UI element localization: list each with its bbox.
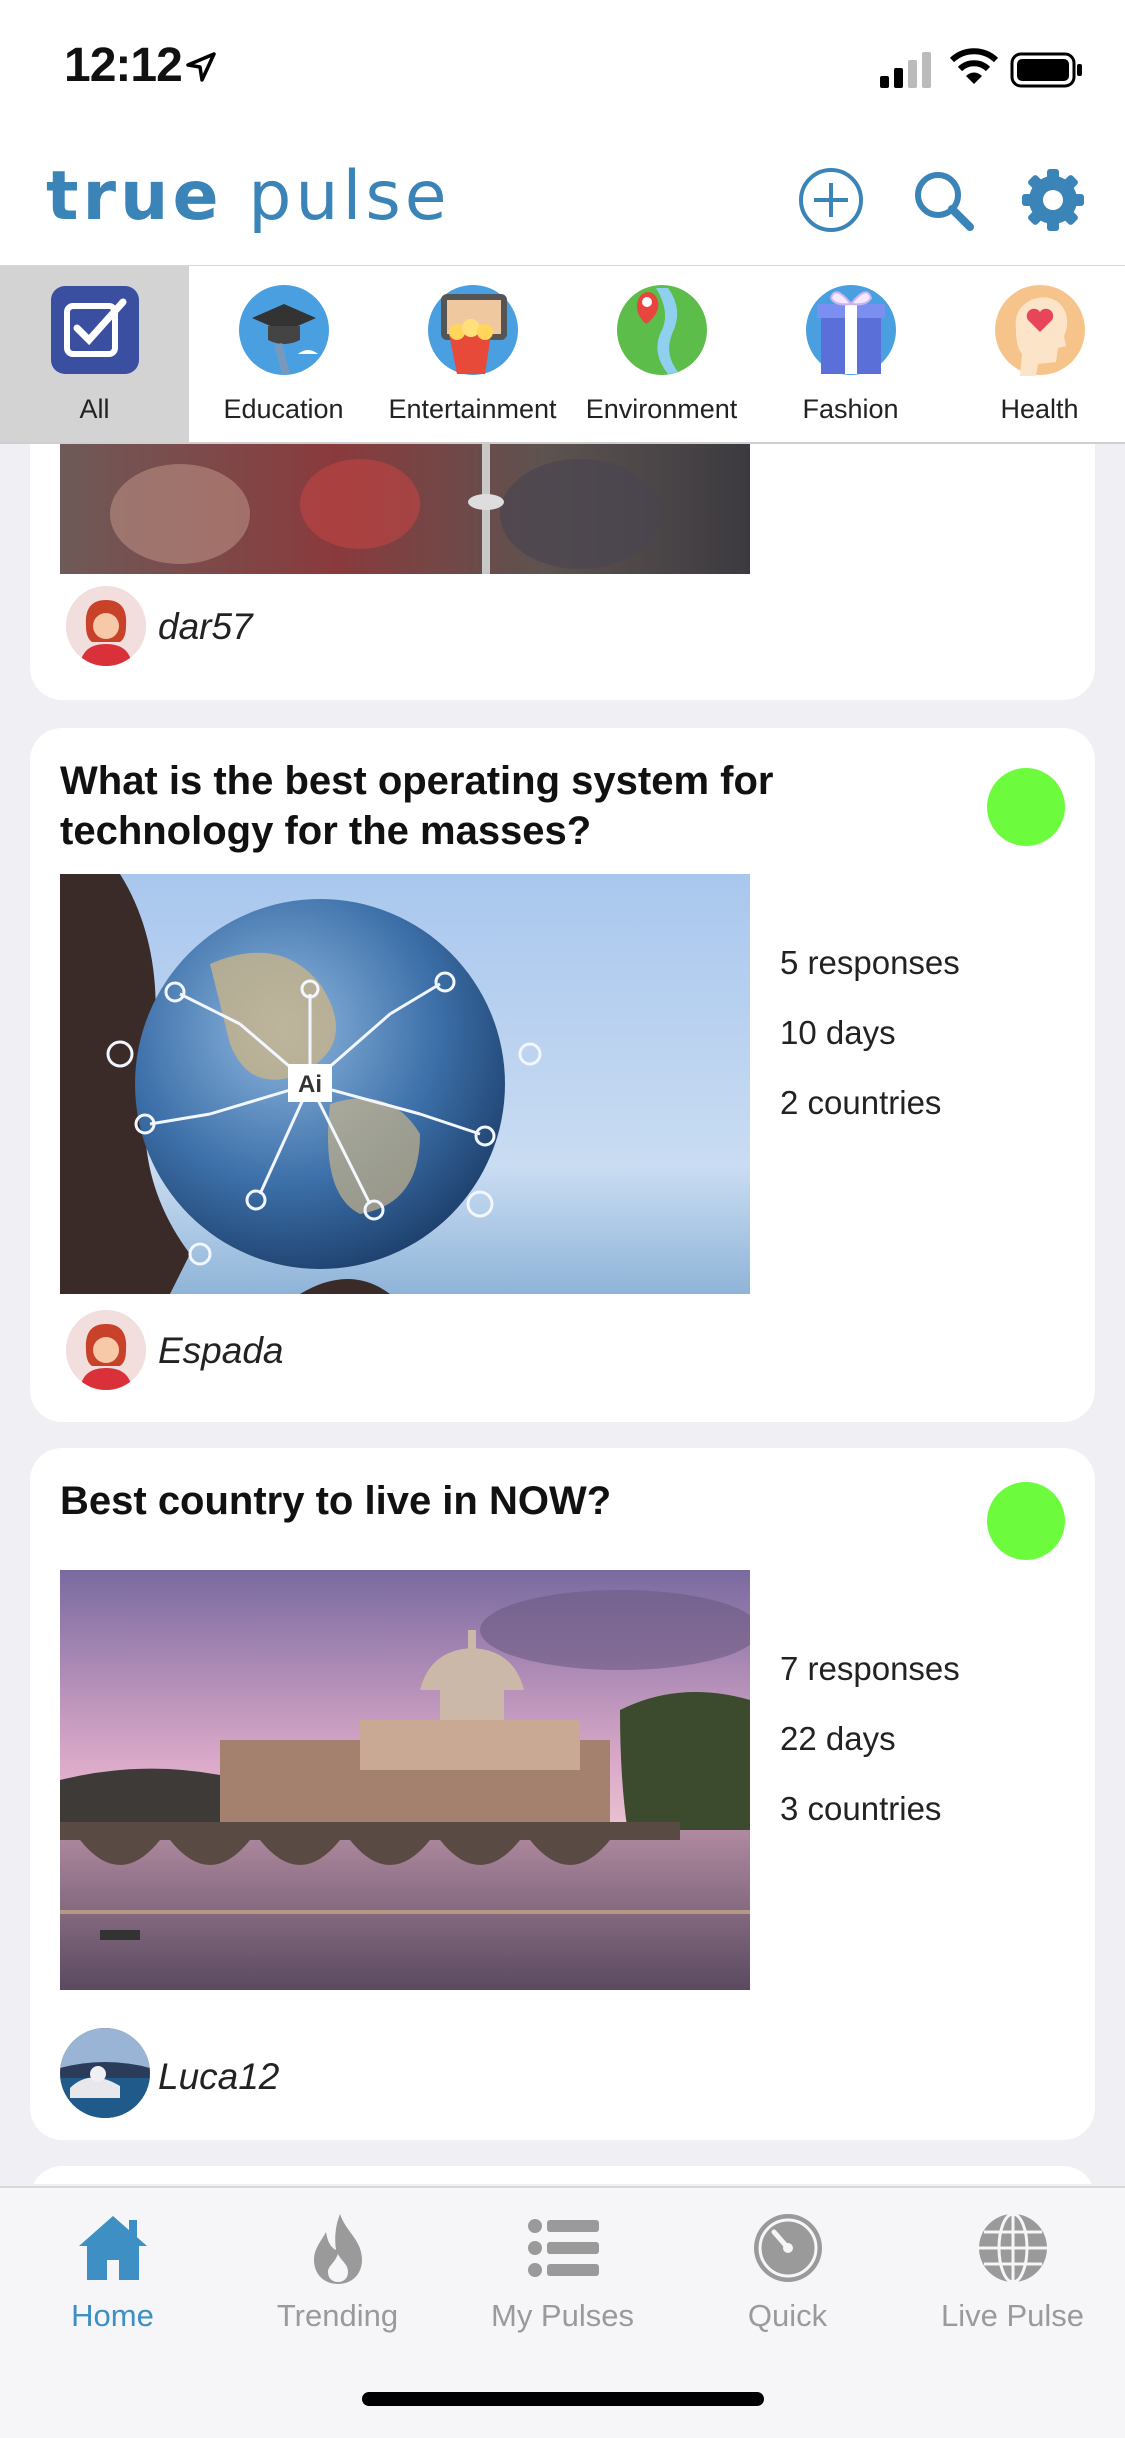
category-label: Environment	[585, 394, 738, 424]
pulse-card[interactable]: What is the best operating system for te…	[30, 728, 1095, 1422]
clock: 12:12	[64, 39, 183, 92]
pulse-title[interactable]: What is the best operating system for te…	[60, 756, 880, 856]
check-box-icon	[51, 286, 139, 374]
location-arrow-icon	[186, 52, 216, 82]
response-count: 7 responses	[780, 1650, 960, 1687]
status-dot	[987, 768, 1065, 846]
days-count: 10 days	[780, 1014, 896, 1051]
days-count: 22 days	[780, 1720, 896, 1757]
tab-trending[interactable]: Trending	[225, 2188, 450, 2348]
username[interactable]: Espada	[158, 1330, 284, 1372]
tab-quick[interactable]: Quick	[675, 2188, 900, 2348]
pulse-card[interactable]	[30, 2166, 1095, 2184]
pulse-stats: 5 responses 10 days 2 countries	[780, 944, 960, 1154]
category-label: Health	[1000, 394, 1079, 424]
category-health[interactable]: Health	[945, 266, 1125, 442]
user-avatar[interactable]	[60, 2028, 150, 2118]
flame-icon	[314, 2214, 362, 2284]
tab-my-pulses[interactable]: My Pulses	[450, 2188, 675, 2348]
countries-count: 3 countries	[780, 1790, 942, 1827]
tab-label: Home	[71, 2298, 154, 2333]
tab-live-pulse[interactable]: Live Pulse	[900, 2188, 1125, 2348]
username[interactable]: Luca12	[158, 2056, 279, 2098]
timer-icon	[754, 2214, 822, 2282]
category-label: All	[79, 394, 110, 424]
category-all[interactable]: All	[0, 266, 189, 442]
signal-icon	[880, 52, 931, 88]
head-heart-icon	[995, 285, 1085, 376]
home-icon	[79, 2216, 147, 2280]
earth-pin-icon	[617, 285, 707, 375]
category-fashion[interactable]: Fashion	[756, 266, 945, 442]
category-environment[interactable]: Environment	[567, 266, 756, 442]
pulse-image-ai-globe: Ai	[60, 874, 750, 1294]
battery-icon	[1010, 52, 1082, 88]
pulse-image-rome	[60, 1570, 750, 1990]
app-header: true pulse	[0, 135, 1125, 267]
pulse-stats: 7 responses 22 days 3 countries	[780, 1650, 960, 1860]
list-icon	[528, 2219, 599, 2277]
user-avatar[interactable]	[66, 586, 146, 666]
category-label: Fashion	[802, 394, 899, 424]
category-label: Entertainment	[388, 394, 557, 424]
category-education[interactable]: Education	[189, 266, 378, 442]
settings-button[interactable]	[1018, 165, 1088, 235]
search-button[interactable]	[908, 165, 978, 235]
pulse-image-crowd	[60, 444, 750, 574]
tab-label: Live Pulse	[940, 2298, 1085, 2333]
add-pulse-button[interactable]	[796, 165, 866, 235]
home-indicator[interactable]	[362, 2392, 764, 2406]
tab-home[interactable]: Home	[0, 2188, 225, 2348]
tab-label: My Pulses	[491, 2298, 634, 2333]
gift-icon	[806, 285, 896, 375]
pulse-card[interactable]: dar57	[30, 444, 1095, 700]
app-logo: true pulse	[46, 157, 451, 236]
countries-count: 2 countries	[780, 1084, 942, 1121]
status-dot	[987, 1482, 1065, 1560]
username[interactable]: dar57	[158, 606, 253, 648]
pulse-feed[interactable]: dar57 What is the best operating system …	[0, 444, 1125, 2184]
user-avatar[interactable]	[66, 1310, 146, 1390]
popcorn-screen-icon	[428, 285, 518, 375]
pulse-card[interactable]: Best country to live in NOW? 7 responses…	[30, 1448, 1095, 2140]
response-count: 5 responses	[780, 944, 960, 981]
tab-label: Trending	[276, 2298, 399, 2333]
ai-chip-label: Ai	[298, 1071, 322, 1098]
globe-icon	[979, 2212, 1047, 2284]
pulse-title[interactable]: Best country to live in NOW?	[60, 1476, 880, 1526]
tab-label: Quick	[747, 2298, 828, 2333]
status-bar: 12:12	[0, 0, 1125, 135]
category-label: Education	[223, 394, 344, 424]
category-bar: All Education Entertainment Environment …	[0, 266, 1125, 444]
graduation-icon	[239, 285, 329, 376]
category-entertainment[interactable]: Entertainment	[378, 266, 567, 442]
wifi-icon	[950, 48, 998, 84]
